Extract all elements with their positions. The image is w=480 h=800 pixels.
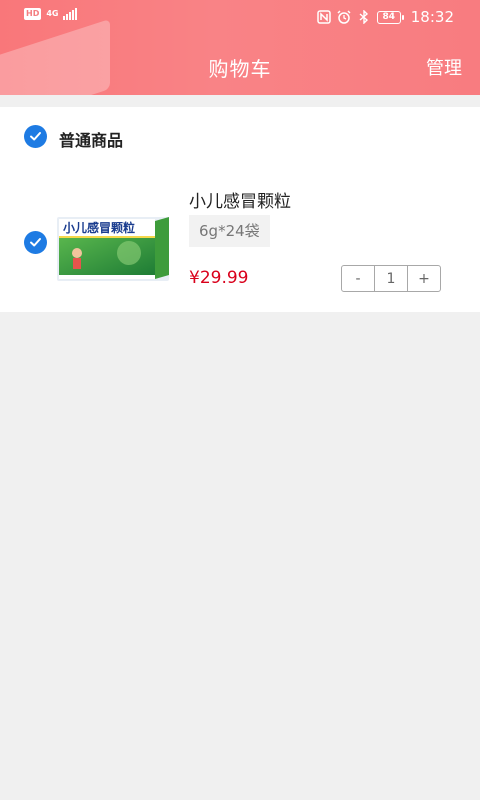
header-bar: HD 4G 84 18:32 购物车 管理 xyxy=(0,0,480,95)
manage-button[interactable]: 管理 xyxy=(426,54,462,80)
product-image-label: 小儿感冒颗粒 xyxy=(63,220,135,235)
bluetooth-icon xyxy=(359,10,368,24)
battery-icon: 84 xyxy=(376,10,404,24)
checkmark-icon xyxy=(30,132,41,141)
clock-time: 18:32 xyxy=(410,8,454,26)
quantity-value[interactable]: 1 xyxy=(374,266,408,291)
product-image[interactable]: 小儿感冒颗粒 xyxy=(57,213,169,281)
status-right: 84 18:32 xyxy=(317,8,454,26)
signal-icon xyxy=(63,8,78,20)
decrement-button[interactable]: - xyxy=(342,266,374,291)
nfc-icon xyxy=(317,10,331,24)
item-select-checkbox[interactable] xyxy=(24,231,47,254)
cart-group-card: 普通商品 小儿感冒颗粒 小儿感冒颗粒 6g*24袋 ¥29.99 - 1 + xyxy=(0,107,480,312)
hd-badge: HD xyxy=(24,8,42,20)
network-label: 4G xyxy=(46,9,59,18)
status-bar: HD 4G 84 18:32 xyxy=(0,0,480,36)
page-title: 购物车 xyxy=(208,57,272,81)
product-name[interactable]: 小儿感冒颗粒 xyxy=(189,187,291,212)
quantity-stepper: - 1 + xyxy=(341,265,441,292)
checkmark-icon xyxy=(30,238,41,247)
group-select-checkbox[interactable] xyxy=(24,125,47,148)
product-spec: 6g*24袋 xyxy=(189,215,270,247)
alarm-icon xyxy=(337,10,351,24)
product-price: ¥29.99 xyxy=(189,268,249,288)
increment-button[interactable]: + xyxy=(408,266,440,291)
group-title: 普通商品 xyxy=(59,131,124,150)
status-left: HD 4G xyxy=(24,8,78,20)
